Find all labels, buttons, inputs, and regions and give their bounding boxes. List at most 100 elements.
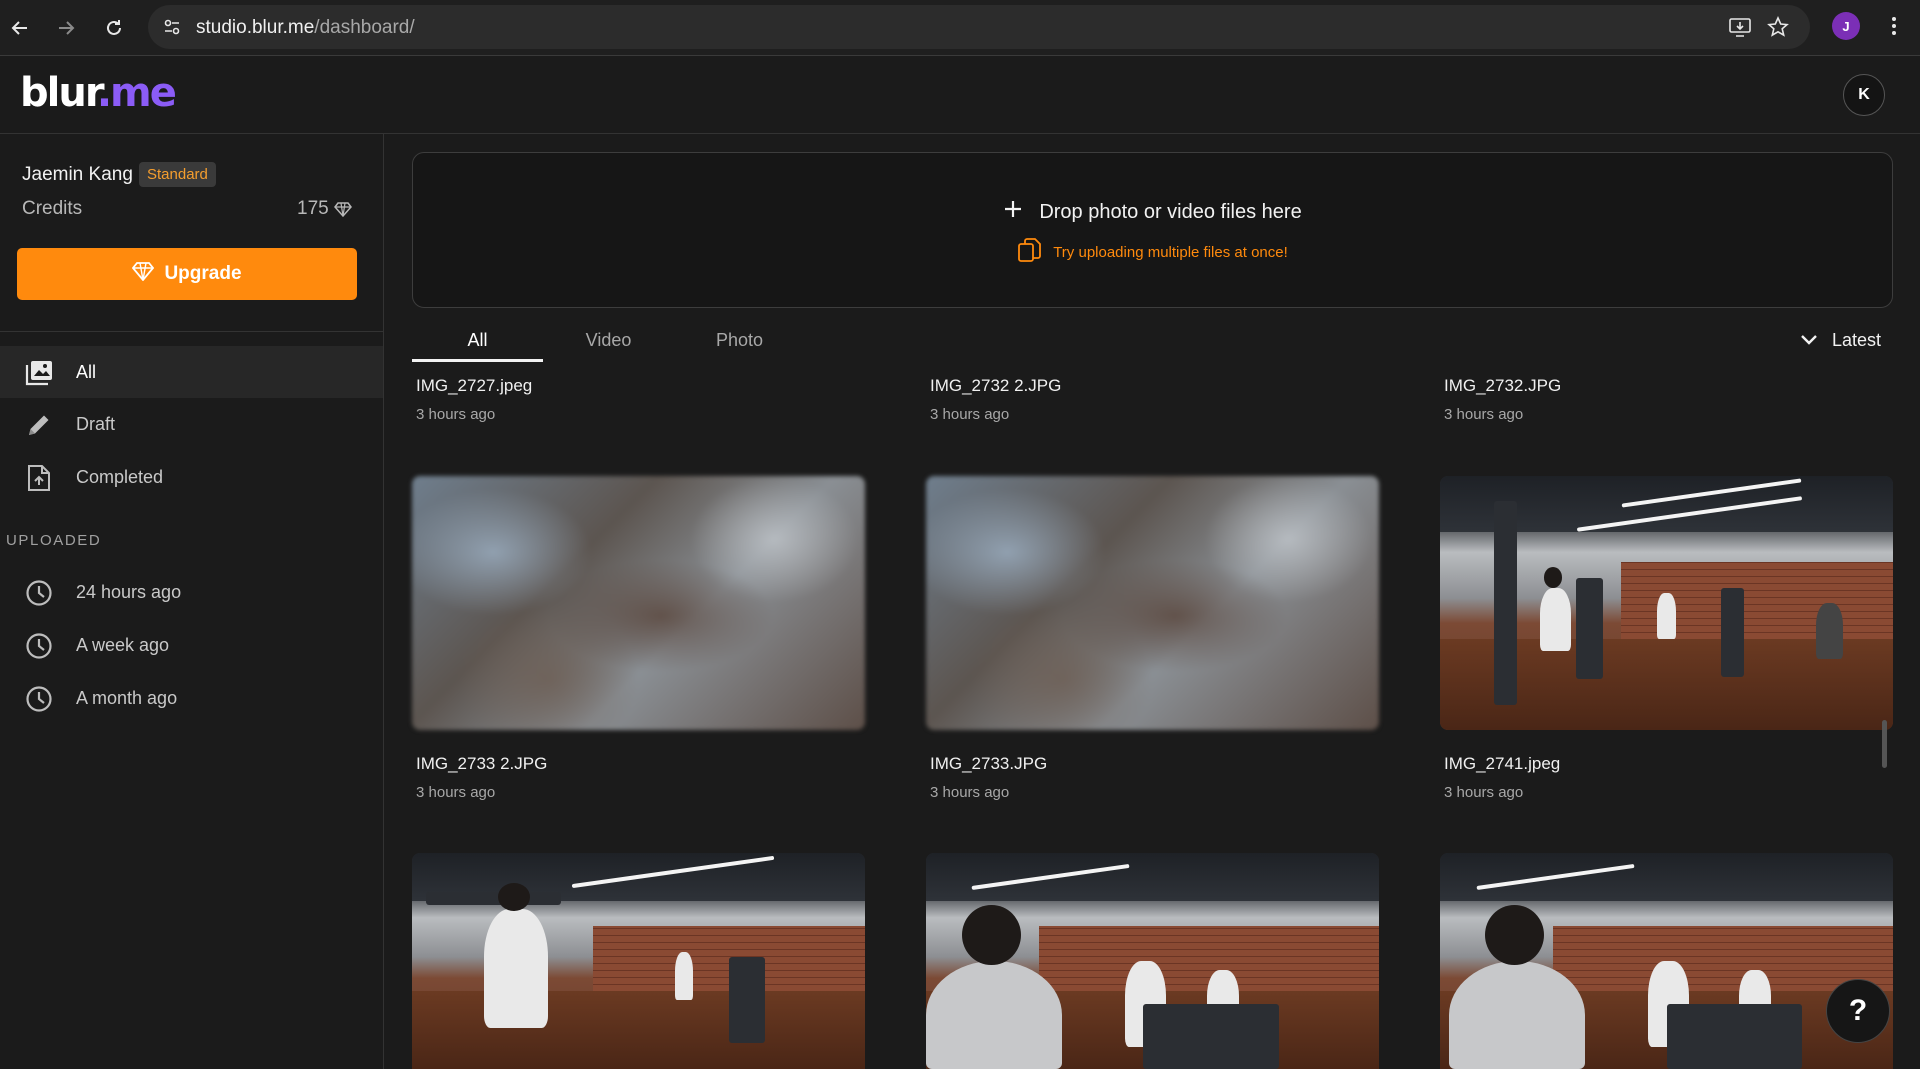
thumbnail-machine: [1575, 577, 1604, 680]
file-name[interactable]: IMG_2741.jpeg: [1444, 754, 1560, 774]
scrollbar-thumb[interactable]: [1882, 720, 1887, 768]
thumbnail-machine: [425, 891, 562, 905]
plus-icon: [1003, 199, 1023, 225]
tab-photo[interactable]: Photo: [674, 330, 805, 362]
forward-arrow-icon[interactable]: [50, 12, 82, 44]
thumbnail-head: [1485, 904, 1545, 966]
help-button[interactable]: ?: [1826, 979, 1890, 1043]
thumbnail-machine: [1720, 587, 1744, 677]
account-avatar[interactable]: K: [1843, 74, 1885, 116]
browser-toolbar: studio.blur.me/dashboard/ J: [0, 0, 1920, 56]
file-time: 3 hours ago: [930, 784, 1010, 801]
file-upload-icon: [25, 464, 53, 492]
file-thumbnail[interactable]: [1440, 476, 1893, 730]
file-name[interactable]: IMG_2732.JPG: [1444, 376, 1561, 396]
dropzone-title-text: Drop photo or video files here: [1039, 200, 1302, 223]
upload-dropzone[interactable]: Drop photo or video files here Try uploa…: [412, 152, 1893, 308]
credits-value: 175: [297, 198, 329, 219]
sidebar-item-label: All: [76, 361, 97, 382]
blurme-logo[interactable]: blur.me: [20, 70, 177, 116]
file-name[interactable]: IMG_2733.JPG: [930, 754, 1047, 774]
tab-video[interactable]: Video: [543, 330, 674, 362]
install-app-icon[interactable]: [1724, 11, 1756, 43]
thumbnail-person: [484, 909, 548, 1028]
sidebar-item-label: Completed: [76, 466, 164, 487]
sidebar-divider: [0, 331, 384, 332]
thumbnail-floor: [412, 991, 865, 1069]
reload-icon[interactable]: [98, 12, 130, 44]
dropzone-title: Drop photo or video files here: [413, 199, 1892, 225]
sidebar-item-label: Draft: [76, 413, 116, 434]
file-time: 3 hours ago: [416, 406, 496, 423]
url-host: studio.blur.me: [196, 17, 315, 38]
dropzone-hint: Try uploading multiple files at once!: [413, 237, 1892, 267]
url-text: studio.blur.me/dashboard/: [196, 17, 415, 39]
browser-menu-icon[interactable]: [1878, 10, 1910, 42]
chevron-down-icon: [1800, 330, 1818, 351]
file-time: 3 hours ago: [1444, 784, 1524, 801]
file-time: 3 hours ago: [1444, 406, 1524, 423]
site-settings-icon[interactable]: [156, 11, 188, 43]
user-name: Jaemin Kang: [22, 164, 133, 185]
thumbnail-machine: [729, 956, 766, 1044]
credits-label: Credits: [22, 198, 83, 219]
sidebar-item-completed[interactable]: Completed: [0, 451, 383, 503]
sidebar-item-label: 24 hours ago: [76, 581, 182, 602]
browser-profile-avatar[interactable]: J: [1832, 12, 1860, 40]
address-bar[interactable]: studio.blur.me/dashboard/: [148, 5, 1810, 49]
file-time: 3 hours ago: [930, 406, 1010, 423]
sort-label: Latest: [1832, 330, 1882, 350]
sidebar-item-week[interactable]: A week ago: [0, 619, 383, 671]
tab-all[interactable]: All: [412, 330, 543, 362]
upgrade-button[interactable]: Upgrade: [17, 248, 357, 300]
sort-dropdown[interactable]: Latest: [1800, 330, 1881, 351]
file-name[interactable]: IMG_2727.jpeg: [416, 376, 532, 396]
file-thumbnail[interactable]: [412, 476, 865, 730]
file-thumbnail[interactable]: [926, 476, 1379, 730]
gallery-icon: [25, 359, 53, 387]
uploaded-section-heading: UPLOADED: [6, 532, 102, 549]
file-name[interactable]: IMG_2733 2.JPG: [416, 754, 547, 774]
file-thumbnail[interactable]: [412, 853, 865, 1069]
thumbnail-ceiling: [1440, 853, 1893, 901]
thumbnail-person: [1657, 592, 1676, 639]
thumbnail-head: [498, 883, 530, 912]
sidebar: Jaemin Kang Standard Credits 175 Upgrade…: [0, 134, 384, 1069]
file-thumbnail[interactable]: [1440, 853, 1893, 1069]
sidebar-item-label: A week ago: [76, 634, 170, 655]
clock-icon: [25, 632, 53, 660]
thumbnail-person: [1449, 961, 1585, 1069]
thumbnail-person: [1815, 603, 1844, 659]
sidebar-item-draft[interactable]: Draft: [0, 398, 383, 450]
thumbnail-person: [926, 961, 1062, 1069]
thumbnail-head: [962, 904, 1022, 966]
pencil-icon: [25, 411, 53, 439]
diamond-icon: [132, 261, 155, 287]
thumbnail-machine: [1494, 501, 1517, 705]
file-thumbnail[interactable]: [926, 853, 1379, 1069]
sidebar-item-24-hours[interactable]: 24 hours ago: [0, 566, 383, 618]
clock-icon: [25, 579, 53, 607]
thumbnail-wall: [1553, 926, 1893, 992]
logo-accent: .me: [96, 70, 177, 116]
thumbnail-machine: [1143, 1004, 1280, 1069]
diamond-icon: [334, 200, 352, 218]
bookmark-star-icon[interactable]: [1762, 11, 1794, 43]
thumbnail-ceiling: [926, 853, 1379, 901]
sidebar-item-month[interactable]: A month ago: [0, 672, 383, 724]
sidebar-item-label: A month ago: [76, 687, 178, 708]
thumbnail-person: [674, 952, 693, 1000]
multiple-files-icon: [1017, 237, 1043, 267]
thumbnail-machine: [1666, 1004, 1803, 1069]
sidebar-item-all[interactable]: All: [0, 346, 383, 398]
back-arrow-icon[interactable]: [4, 12, 36, 44]
dropzone-hint-text: Try uploading multiple files at once!: [1053, 243, 1288, 261]
file-time: 3 hours ago: [416, 784, 496, 801]
url-path: /dashboard/: [314, 17, 415, 38]
app-header: blur.me K: [0, 57, 1920, 134]
thumbnail-person: [1539, 587, 1572, 652]
logo-main: blur: [20, 70, 99, 116]
clock-icon: [25, 685, 53, 713]
file-name[interactable]: IMG_2732 2.JPG: [930, 376, 1061, 396]
upgrade-label: Upgrade: [164, 263, 242, 284]
